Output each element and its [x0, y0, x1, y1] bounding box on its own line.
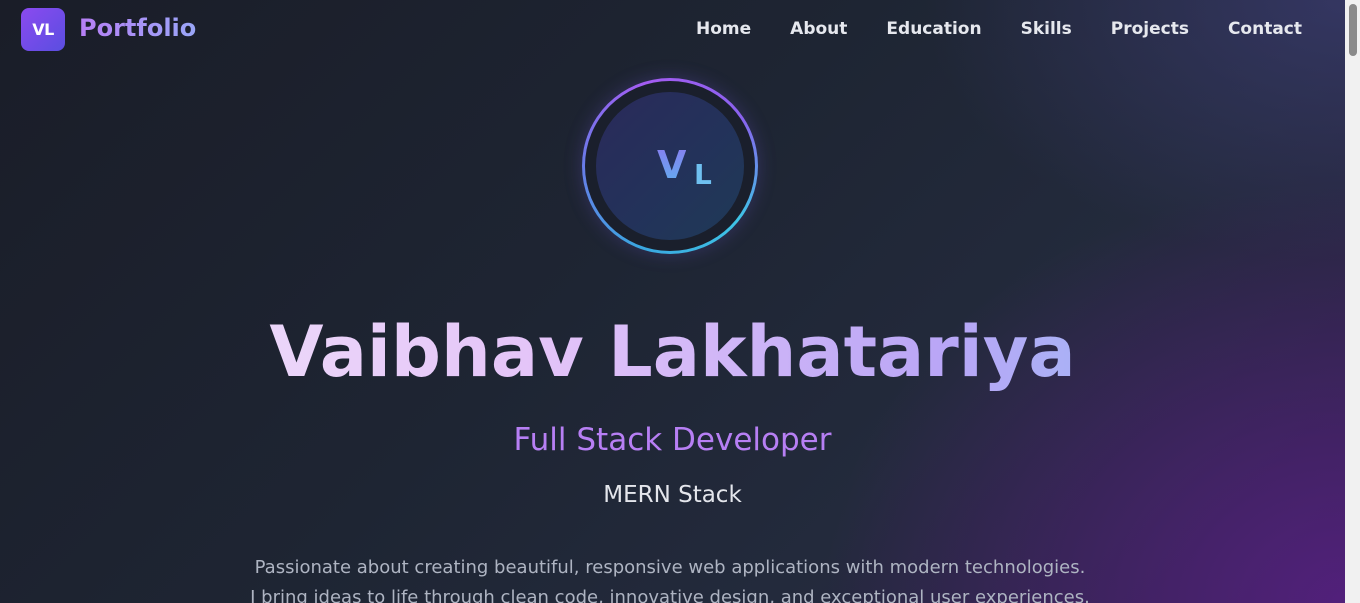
nav-link-home[interactable]: Home [696, 19, 751, 39]
avatar-initial-last: L [694, 158, 712, 191]
nav-link-contact[interactable]: Contact [1228, 19, 1302, 39]
navbar: VL Portfolio Home About Education Skills… [0, 0, 1345, 60]
page-scrollbar[interactable] [1345, 0, 1360, 603]
nav-link-education[interactable]: Education [886, 19, 981, 39]
brand-title[interactable]: Portfolio [79, 14, 196, 42]
hero-description: Passionate about creating beautiful, res… [250, 557, 1090, 603]
avatar-initial-first: V [657, 143, 687, 187]
hero-stack: MERN Stack [603, 482, 742, 508]
scrollbar-thumb[interactable] [1349, 4, 1357, 56]
logo-badge[interactable]: VL [21, 8, 65, 51]
nav-link-about[interactable]: About [790, 19, 847, 39]
hero-role: Full Stack Developer [513, 422, 832, 458]
nav-link-projects[interactable]: Projects [1111, 19, 1189, 39]
nav-link-skills[interactable]: Skills [1021, 19, 1072, 39]
nav-links: Home About Education Skills Projects Con… [657, 19, 1302, 39]
hero-name: Vaibhav Lakhatariya [0, 306, 1345, 398]
